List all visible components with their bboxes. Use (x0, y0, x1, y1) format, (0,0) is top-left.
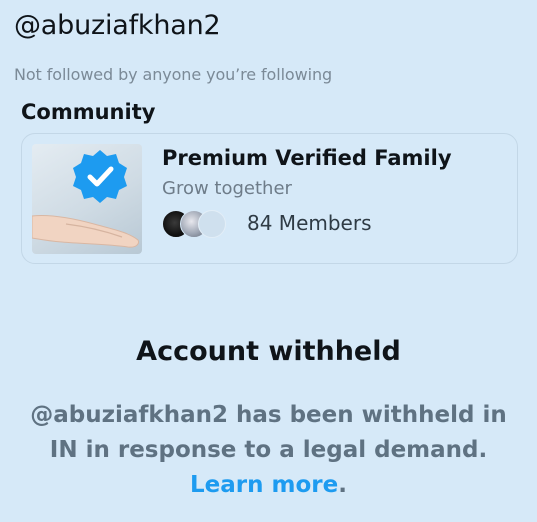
withheld-message: @abuziafkhan2 has been withheld in IN in… (30, 398, 507, 503)
community-card[interactable]: Premium Verified Family Grow together 84… (21, 133, 518, 264)
withheld-body-text: @abuziafkhan2 has been withheld in IN in… (30, 402, 507, 463)
hand-icon (32, 215, 139, 248)
trailing-period: . (338, 472, 347, 498)
community-name: Premium Verified Family (162, 146, 452, 170)
community-thumbnail (32, 144, 142, 254)
member-avatars (162, 210, 242, 238)
section-title-community: Community (21, 100, 156, 124)
withheld-title: Account withheld (136, 336, 401, 367)
verified-badge-icon (73, 150, 127, 203)
community-tagline: Grow together (162, 178, 292, 199)
learn-more-link[interactable]: Learn more (190, 472, 338, 498)
avatar (198, 210, 226, 238)
follow-note: Not followed by anyone you’re following (14, 65, 333, 84)
member-count: 84 Members (247, 211, 372, 235)
profile-handle: @abuziafkhan2 (14, 10, 221, 41)
